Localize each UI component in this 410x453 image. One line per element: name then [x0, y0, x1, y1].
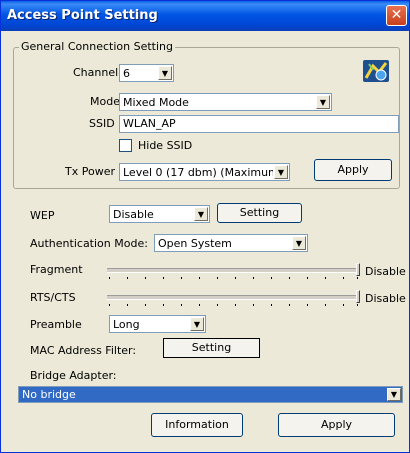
fragment-status: Disable: [365, 265, 406, 278]
fragment-slider-thumb[interactable]: [356, 263, 360, 276]
hide-ssid-label: Hide SSID: [138, 139, 193, 152]
channel-select[interactable]: 6 ▼: [119, 64, 174, 82]
chevron-down-icon: ▼: [387, 388, 401, 401]
tx-power-label: Tx Power: [65, 165, 115, 178]
window-title: Access Point Setting: [7, 8, 158, 23]
rts-cts-label: RTS/CTS: [30, 291, 76, 304]
chevron-down-icon: ▼: [194, 207, 208, 221]
general-connection-legend: General Connection Setting: [19, 40, 175, 53]
bridge-adapter-value: No bridge: [22, 388, 76, 401]
auth-mode-select[interactable]: Open System ▼: [154, 234, 308, 252]
rts-cts-slider-thumb[interactable]: [356, 290, 360, 303]
mode-label: Mode: [90, 95, 120, 108]
chevron-down-icon: ▼: [190, 317, 204, 331]
mac-filter-setting-label: Setting: [191, 341, 232, 354]
tx-power-select[interactable]: Level 0 (17 dbm) (Maximum Po ▼: [119, 163, 290, 181]
title-bar[interactable]: Access Point Setting ✕: [1, 1, 409, 31]
wep-setting-button[interactable]: Setting: [217, 203, 302, 223]
bridge-adapter-select[interactable]: No bridge ▼: [18, 386, 403, 403]
wep-label: WEP: [30, 209, 55, 222]
channel-value: 6: [123, 67, 130, 80]
bridge-adapter-label: Bridge Adapter:: [30, 369, 117, 382]
tx-power-value: Level 0 (17 dbm) (Maximum Po: [123, 166, 273, 179]
auth-mode-value: Open System: [158, 237, 232, 250]
rts-cts-ticks: [107, 304, 359, 307]
mac-filter-label: MAC Address Filter:: [30, 344, 137, 357]
fragment-slider[interactable]: [107, 268, 359, 273]
wep-value: Disable: [113, 208, 154, 221]
apply-button[interactable]: Apply: [278, 413, 395, 437]
preamble-value: Long: [113, 318, 140, 331]
ssid-input[interactable]: [120, 116, 398, 131]
apply-label: Apply: [320, 418, 353, 431]
information-label: Information: [165, 418, 229, 431]
preamble-select[interactable]: Long ▼: [109, 315, 206, 333]
mode-value: Mixed Mode: [123, 96, 189, 109]
mac-filter-setting-button[interactable]: Setting: [163, 338, 260, 358]
close-button[interactable]: ✕: [386, 5, 407, 26]
wireless-settings-icon: [363, 60, 389, 82]
ssid-label: SSID: [89, 117, 115, 130]
general-apply-button[interactable]: Apply: [314, 159, 392, 181]
chevron-down-icon: ▼: [292, 236, 306, 250]
auth-mode-label: Authentication Mode:: [30, 237, 148, 250]
general-apply-label: Apply: [337, 163, 369, 176]
mode-select[interactable]: Mixed Mode ▼: [119, 93, 332, 111]
rts-cts-status: Disable: [365, 292, 406, 305]
fragment-ticks: [107, 277, 359, 280]
wep-select[interactable]: Disable ▼: [109, 205, 210, 223]
chevron-down-icon: ▼: [158, 66, 172, 80]
preamble-label: Preamble: [30, 318, 82, 331]
close-icon: ✕: [390, 7, 403, 23]
rts-cts-slider[interactable]: [107, 295, 359, 300]
access-point-setting-window: Access Point Setting ✕ General Connectio…: [0, 0, 410, 453]
chevron-down-icon: ▼: [274, 165, 288, 179]
ssid-field[interactable]: [119, 115, 399, 133]
wep-setting-label: Setting: [239, 206, 280, 219]
channel-label: Channel: [73, 66, 119, 79]
information-button[interactable]: Information: [151, 413, 243, 437]
chevron-down-icon: ▼: [316, 95, 330, 109]
hide-ssid-checkbox[interactable]: [119, 139, 132, 152]
fragment-label: Fragment: [30, 263, 83, 276]
